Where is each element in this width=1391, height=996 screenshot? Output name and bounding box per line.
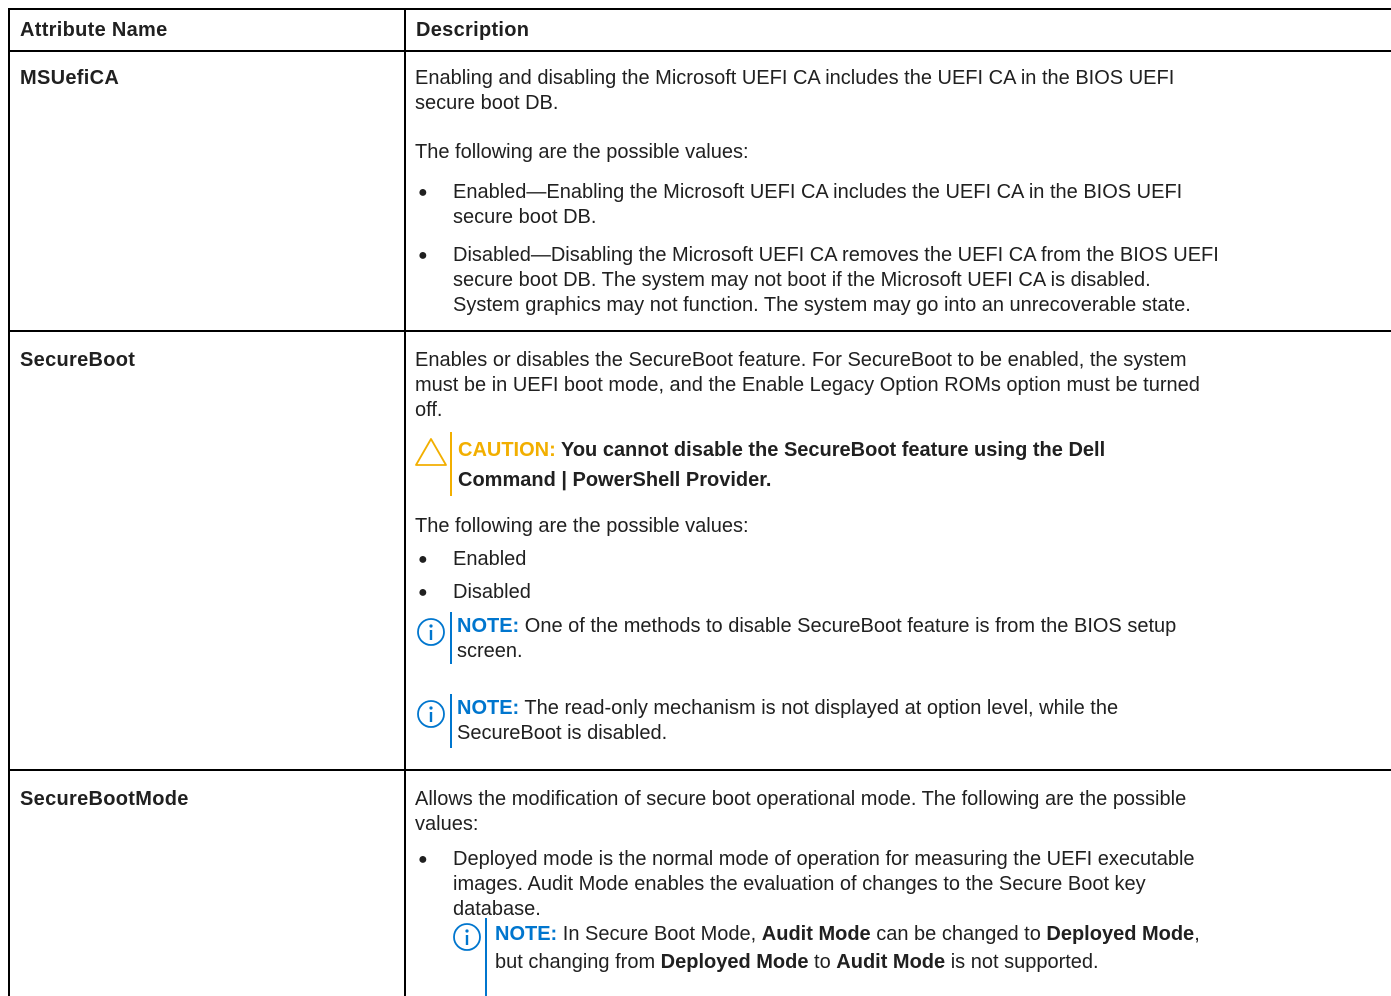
note-bar: [485, 918, 487, 996]
note-bar: [450, 694, 452, 748]
table-left-border: [8, 8, 10, 996]
bullet-glyph: ●: [418, 551, 428, 568]
attribute-secureboot: SecureBoot: [20, 349, 136, 371]
note-bar: [450, 612, 452, 664]
caution-label: CAUTION:: [458, 439, 556, 461]
info-circle-icon: [417, 618, 445, 646]
caution-bar: [450, 432, 452, 496]
caution-triangle-icon: [415, 438, 447, 466]
note-label: NOTE:: [457, 697, 520, 719]
row1-bottom-border: [8, 330, 1391, 332]
secureboot-description: Enables or disables the SecureBoot featu…: [415, 349, 1200, 421]
msueficA-disabled-item: Disabled—Disabling the Microsoft UEFI CA…: [453, 244, 1219, 316]
bullet-glyph: ●: [418, 584, 428, 601]
attribute-msueficA: MSUefiCA: [20, 67, 120, 89]
bullet-glyph: ●: [418, 184, 428, 201]
secureboot-possible-values: The following are the possible values:: [415, 515, 749, 537]
header-attribute-name: Attribute Name: [20, 19, 168, 41]
row2-bottom-border: [8, 769, 1391, 771]
msueficA-desc-line1: Enabling and disabling the Microsoft UEF…: [415, 67, 1175, 89]
info-circle-icon: [453, 923, 481, 951]
bullet-glyph: ●: [418, 247, 428, 264]
secureboot-value-disabled: Disabled: [453, 581, 531, 603]
securebootmode-note: NOTE: In Secure Boot Mode, Audit Mode ca…: [495, 923, 1200, 973]
msueficA-desc-line2: secure boot DB.: [415, 92, 559, 114]
msueficA-description: Enabling and disabling the Microsoft UEF…: [415, 66, 1375, 116]
info-circle-icon: [417, 700, 445, 728]
attribute-securebootmode: SecureBootMode: [20, 788, 189, 810]
bullet-glyph: ●: [418, 851, 428, 868]
note-label: NOTE:: [457, 615, 520, 637]
msueficA-possible-values: The following are the possible values:: [415, 141, 749, 163]
note-label: NOTE:: [495, 923, 558, 945]
secureboot-caution: CAUTION: You cannot disable the SecureBo…: [458, 439, 1106, 491]
secureboot-note-1: NOTE: One of the methods to disable Secu…: [457, 615, 1177, 662]
secureboot-note-2: NOTE: The read-only mechanism is not dis…: [457, 697, 1119, 744]
header-bottom-border: [8, 50, 1391, 52]
secureboot-value-enabled: Enabled: [453, 548, 527, 570]
column-divider: [404, 8, 406, 996]
table-top-border: [8, 8, 1391, 10]
header-description: Description: [416, 19, 530, 41]
securebootmode-description: Allows the modification of secure boot o…: [415, 788, 1187, 835]
securebootmode-deployed-item: Deployed mode is the normal mode of oper…: [453, 848, 1195, 920]
msueficA-enabled-item: Enabled—Enabling the Microsoft UEFI CA i…: [453, 181, 1183, 228]
